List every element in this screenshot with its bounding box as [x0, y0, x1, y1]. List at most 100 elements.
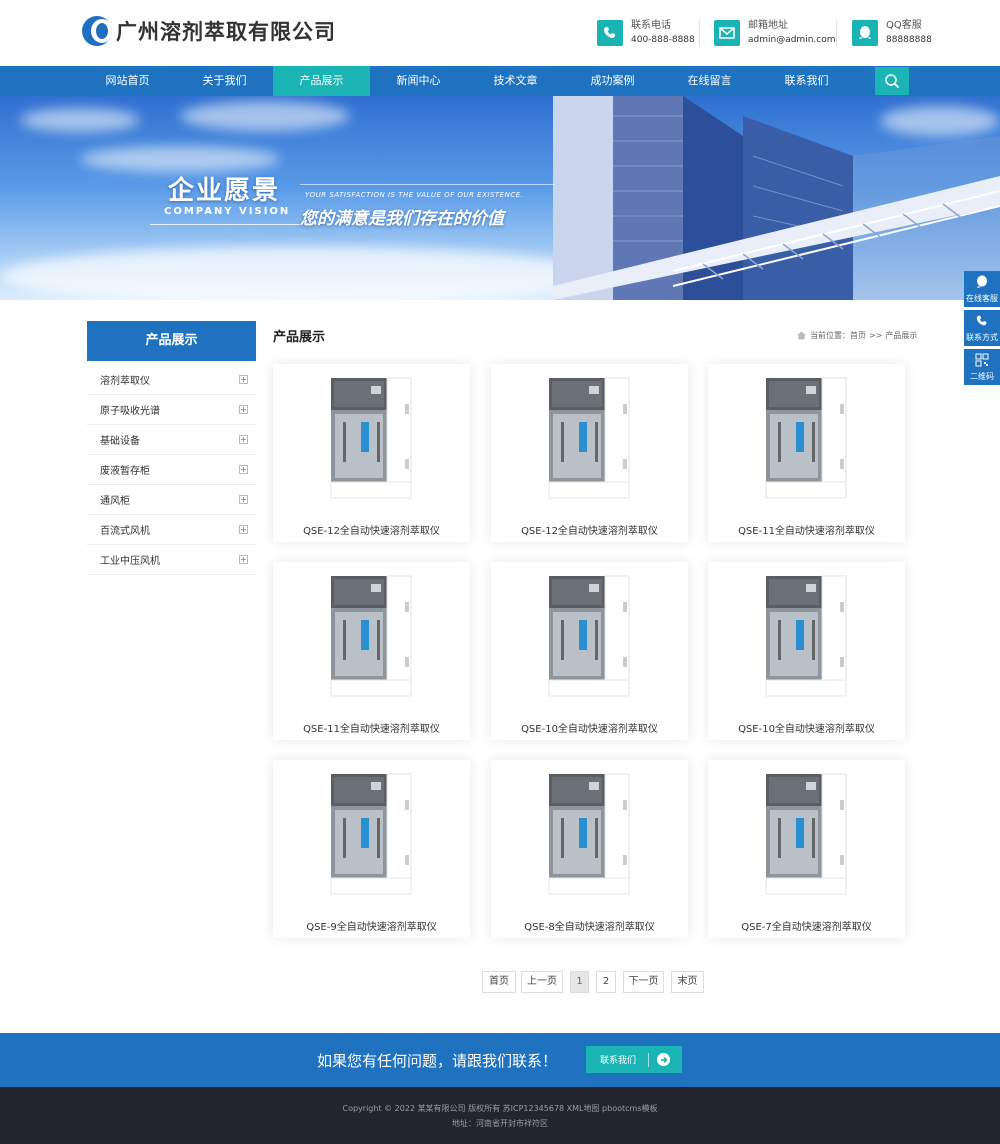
sidebar-item-fume-hood[interactable]: 通风柜 [87, 485, 256, 515]
float-online-service[interactable]: 在线客服 [964, 271, 1000, 307]
product-image[interactable] [491, 760, 688, 910]
divider [648, 1052, 650, 1067]
contact-qq-label: QQ客服 [886, 20, 922, 31]
sidebar-item-waste-cabinet[interactable]: 废液暂存柜 [87, 455, 256, 485]
float-contact[interactable]: 联系方式 [964, 310, 1000, 346]
page-number-button[interactable]: 2 [596, 971, 616, 993]
product-name[interactable]: QSE-8全自动快速溶剂萃取仪 [491, 918, 688, 933]
divider [699, 20, 700, 46]
product-name[interactable]: QSE-11全自动快速溶剂萃取仪 [273, 720, 470, 735]
product-name[interactable]: QSE-9全自动快速溶剂萃取仪 [273, 918, 470, 933]
product-card[interactable]: QSE-11全自动快速溶剂萃取仪 [273, 562, 470, 740]
product-grid: QSE-12全自动快速溶剂萃取仪 QSE-12全自动快速溶剂萃取仪 QSE-11全自… [273, 364, 908, 944]
product-image[interactable] [491, 364, 688, 514]
page-first-button[interactable]: 首页 [482, 971, 516, 993]
sidebar-item-label: 原子吸收光谱 [100, 406, 160, 417]
nav-item-contact[interactable]: 联系我们 [758, 66, 855, 96]
product-name[interactable]: QSE-11全自动快速溶剂萃取仪 [708, 522, 905, 537]
float-contact-label: 联系方式 [966, 333, 998, 342]
company-name: 广州溶剂萃取有限公司 [116, 19, 336, 44]
product-image[interactable] [708, 562, 905, 712]
phone-icon [597, 20, 623, 46]
sidebar-item-fan[interactable]: 百流式风机 [87, 515, 256, 545]
page-number-button[interactable]: 1 [570, 971, 589, 993]
product-card[interactable]: QSE-7全自动快速溶剂萃取仪 [708, 760, 905, 938]
nav-item-tech[interactable]: 技术文章 [467, 66, 564, 96]
nav-item-news[interactable]: 新闻中心 [370, 66, 467, 96]
divider [836, 20, 837, 46]
sidebar-item-label: 工业中压风机 [100, 556, 160, 567]
banner-divider [150, 224, 300, 225]
nav-item-home[interactable]: 网站首页 [79, 66, 176, 96]
product-card[interactable]: QSE-10全自动快速溶剂萃取仪 [708, 562, 905, 740]
logo[interactable]: 广州溶剂萃取有限公司 [82, 16, 336, 46]
arrow-right-icon [657, 1053, 671, 1066]
cloud [0, 246, 600, 300]
sidebar-item-label: 溶剂萃取仪 [100, 376, 150, 387]
plus-icon[interactable] [239, 435, 248, 444]
breadcrumb-current: 产品展示 [885, 331, 918, 340]
page-title: 产品展示 [273, 330, 326, 345]
product-card[interactable]: QSE-11全自动快速溶剂萃取仪 [708, 364, 905, 542]
breadcrumb-sep: >> [869, 331, 883, 340]
product-card[interactable]: QSE-10全自动快速溶剂萃取仪 [491, 562, 688, 740]
sidebar-item-aas[interactable]: 原子吸收光谱 [87, 395, 256, 425]
page-next-button[interactable]: 下一页 [623, 971, 664, 993]
sidebar-item-industrial-fan[interactable]: 工业中压风机 [87, 545, 256, 575]
plus-icon[interactable] [239, 405, 248, 414]
plus-icon[interactable] [239, 525, 248, 534]
float-qrcode[interactable]: 二维码 [964, 349, 1000, 385]
sidebar-item-label: 废液暂存柜 [100, 466, 150, 477]
contact-qq: QQ客服 88888888 [852, 19, 932, 47]
nav-item-about[interactable]: 关于我们 [176, 66, 273, 96]
product-name[interactable]: QSE-12全自动快速溶剂萃取仪 [491, 522, 688, 537]
contact-phone-value: 400-888-8888 [631, 35, 695, 45]
product-image[interactable] [491, 562, 688, 712]
plus-icon[interactable] [239, 555, 248, 564]
plus-icon[interactable] [239, 495, 248, 504]
product-image[interactable] [273, 562, 470, 712]
footer-copyright: Copyright © 2022 某某有限公司 版权所有 苏ICP1234567… [342, 1104, 658, 1113]
plus-icon[interactable] [239, 465, 248, 474]
page-prev-button[interactable]: 上一页 [521, 971, 563, 993]
search-icon [885, 74, 900, 89]
building-image [553, 96, 1000, 300]
sidebar-title: 产品展示 [87, 321, 256, 361]
home-icon [797, 331, 806, 340]
contact-us-label: 联系我们 [600, 1056, 637, 1066]
product-card[interactable]: QSE-12全自动快速溶剂萃取仪 [273, 364, 470, 542]
plus-icon[interactable] [239, 375, 248, 384]
product-card[interactable]: QSE-12全自动快速溶剂萃取仪 [491, 364, 688, 542]
contact-cta-bar: 如果您有任何问题，请跟我们联系！ 联系我们 [0, 1033, 1000, 1087]
category-sidebar: 产品展示 溶剂萃取仪 原子吸收光谱 基础设备 废液暂存柜 通风柜 百流式风机 工… [87, 321, 256, 575]
sidebar-item-solvent-extractor[interactable]: 溶剂萃取仪 [87, 365, 256, 395]
product-image[interactable] [273, 760, 470, 910]
contact-us-button[interactable]: 联系我们 [586, 1046, 682, 1073]
product-card[interactable]: QSE-8全自动快速溶剂萃取仪 [491, 760, 688, 938]
banner-subtitle: 您的满意是我们存在的价值 [300, 209, 504, 229]
search-button[interactable] [875, 67, 909, 95]
product-image[interactable] [708, 760, 905, 910]
breadcrumb-home[interactable]: 首页 [850, 330, 866, 341]
banner-divider [300, 184, 555, 185]
product-name[interactable]: QSE-7全自动快速溶剂萃取仪 [708, 918, 905, 933]
product-image[interactable] [273, 364, 470, 514]
float-online-service-label: 在线客服 [966, 294, 998, 303]
nav-item-products[interactable]: 产品展示 [273, 66, 370, 96]
qrcode-icon [975, 353, 989, 367]
qq-icon [852, 20, 878, 46]
nav-item-message[interactable]: 在线留言 [661, 66, 758, 96]
main-nav: 网站首页 关于我们 产品展示 新闻中心 技术文章 成功案例 在线留言 联系我们 [0, 66, 1000, 96]
product-name[interactable]: QSE-12全自动快速溶剂萃取仪 [273, 522, 470, 537]
product-name[interactable]: QSE-10全自动快速溶剂萃取仪 [708, 720, 905, 735]
chat-icon [977, 275, 987, 288]
contact-email: 邮箱地址 admin@admin.com [714, 19, 835, 47]
product-card[interactable]: QSE-9全自动快速溶剂萃取仪 [273, 760, 470, 938]
product-image[interactable] [708, 364, 905, 514]
sidebar-item-basic-equipment[interactable]: 基础设备 [87, 425, 256, 455]
cloud [180, 101, 350, 131]
product-name[interactable]: QSE-10全自动快速溶剂萃取仪 [491, 720, 688, 735]
page-last-button[interactable]: 末页 [671, 971, 704, 993]
nav-item-cases[interactable]: 成功案例 [564, 66, 661, 96]
footer-address: 地址：河南省开封市祥符区 [452, 1119, 548, 1128]
